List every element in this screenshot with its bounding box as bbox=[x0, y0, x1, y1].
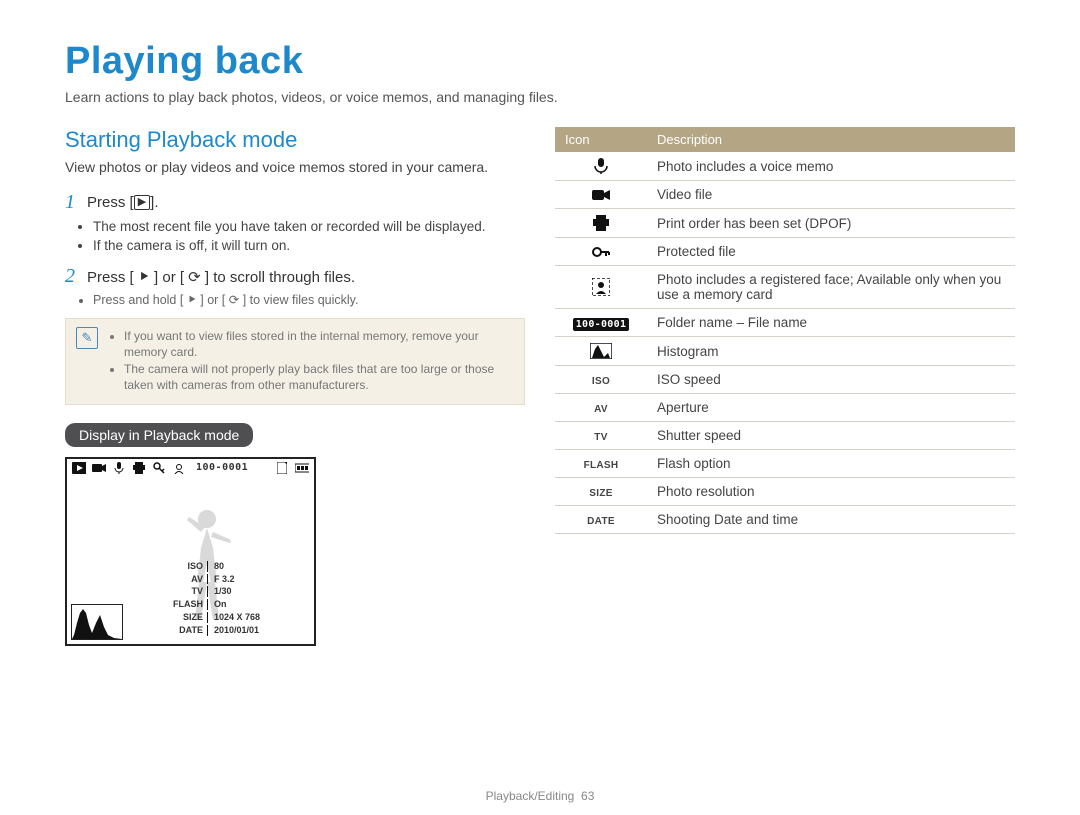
folder-file-label: 100-0001 bbox=[196, 462, 248, 473]
card-icon bbox=[275, 462, 289, 474]
table-head-desc: Description bbox=[647, 127, 1015, 152]
table-row: AV Aperture bbox=[555, 394, 1015, 422]
battery-icon bbox=[295, 463, 309, 473]
key-icon bbox=[555, 238, 647, 266]
table-desc: ISO speed bbox=[647, 366, 1015, 394]
section-desc: View photos or play videos and voice mem… bbox=[65, 158, 525, 177]
table-row: DATE Shooting Date and time bbox=[555, 506, 1015, 534]
table-row: Histogram bbox=[555, 337, 1015, 366]
histogram-icon bbox=[555, 337, 647, 366]
date-label: DATE bbox=[555, 506, 647, 534]
table-desc: Photo resolution bbox=[647, 478, 1015, 506]
icon-description-table: Icon Description Photo includes a voice … bbox=[555, 127, 1015, 534]
size-label: SIZE bbox=[555, 478, 647, 506]
video-icon bbox=[92, 462, 106, 474]
table-desc: Histogram bbox=[647, 337, 1015, 366]
flash-label: FLASH bbox=[555, 450, 647, 478]
screen-info-table: ISO80 AVF 3.2 TV1/30 FLASHOn SIZE1024 X … bbox=[167, 559, 266, 638]
step-number: 2 bbox=[65, 265, 87, 288]
list-item: Press and hold [ ⯈ ] or [ ⟳ ] to view fi… bbox=[93, 292, 525, 308]
section-heading: Starting Playback mode bbox=[65, 127, 525, 153]
table-desc: Photo includes a voice memo bbox=[647, 152, 1015, 181]
list-item: If the camera is off, it will turn on. bbox=[93, 237, 525, 255]
info-key: DATE bbox=[169, 625, 208, 636]
list-item: The most recent file you have taken or r… bbox=[93, 218, 525, 236]
footer: Playback/Editing 63 bbox=[0, 789, 1080, 803]
histogram-box bbox=[71, 604, 123, 640]
face-icon bbox=[172, 462, 186, 474]
face-icon bbox=[555, 266, 647, 309]
info-val: 1/30 bbox=[210, 586, 264, 597]
info-key: TV bbox=[169, 586, 208, 597]
step-2-bullets: Press and hold [ ⯈ ] or [ ⟳ ] to view fi… bbox=[65, 292, 525, 308]
table-desc: Shooting Date and time bbox=[647, 506, 1015, 534]
footer-section: Playback/Editing bbox=[486, 789, 575, 803]
display-mode-pill: Display in Playback mode bbox=[65, 423, 253, 447]
table-row: 100-0001 Folder name – File name bbox=[555, 309, 1015, 337]
table-row: Protected file bbox=[555, 238, 1015, 266]
table-desc: Folder name – File name bbox=[647, 309, 1015, 337]
info-val: On bbox=[210, 599, 264, 610]
table-desc: Protected file bbox=[647, 238, 1015, 266]
table-head-icon: Icon bbox=[555, 127, 647, 152]
table-row: Photo includes a registered face; Availa… bbox=[555, 266, 1015, 309]
table-row: SIZE Photo resolution bbox=[555, 478, 1015, 506]
info-val: 1024 X 768 bbox=[210, 612, 264, 623]
table-row: Photo includes a voice memo bbox=[555, 152, 1015, 181]
camera-screen: 100-0001 bbox=[65, 457, 316, 646]
playback-button-icon: ▶ bbox=[134, 195, 150, 210]
step-number: 1 bbox=[65, 191, 87, 214]
info-val: F 3.2 bbox=[210, 574, 264, 585]
playback-icon bbox=[72, 462, 86, 474]
table-row: Print order has been set (DPOF) bbox=[555, 209, 1015, 238]
printer-icon bbox=[555, 209, 647, 238]
iso-label: ISO bbox=[555, 366, 647, 394]
table-row: TV Shutter speed bbox=[555, 422, 1015, 450]
page-subtitle: Learn actions to play back photos, video… bbox=[65, 89, 1015, 105]
table-desc: Shutter speed bbox=[647, 422, 1015, 450]
step-1-text: Press [▶]. bbox=[87, 191, 159, 214]
page-title: Playing back bbox=[65, 40, 1015, 83]
note-item: If you want to view files stored in the … bbox=[124, 329, 512, 360]
table-desc: Video file bbox=[647, 181, 1015, 209]
table-row: ISO ISO speed bbox=[555, 366, 1015, 394]
table-desc: Flash option bbox=[647, 450, 1015, 478]
step-2: 2 Press [ ⯈ ] or [ ⟳ ] to scroll through… bbox=[65, 265, 525, 288]
mic-icon bbox=[112, 462, 126, 474]
info-val: 80 bbox=[210, 561, 264, 572]
video-icon bbox=[555, 181, 647, 209]
info-val: 2010/01/01 bbox=[210, 625, 264, 636]
footer-page: 63 bbox=[581, 789, 594, 803]
info-key: ISO bbox=[169, 561, 208, 572]
info-key: SIZE bbox=[169, 612, 208, 623]
table-row: Video file bbox=[555, 181, 1015, 209]
folder-file: 100-0001 bbox=[555, 309, 647, 337]
table-desc: Aperture bbox=[647, 394, 1015, 422]
note-icon: ✎ bbox=[76, 327, 98, 349]
printer-icon bbox=[132, 462, 146, 474]
step-1: 1 Press [▶]. bbox=[65, 191, 525, 214]
step-2-text: Press [ ⯈ ] or [ ⟳ ] to scroll through f… bbox=[87, 265, 355, 288]
av-label: AV bbox=[555, 394, 647, 422]
key-icon bbox=[152, 462, 166, 474]
table-desc: Photo includes a registered face; Availa… bbox=[647, 266, 1015, 309]
table-desc: Print order has been set (DPOF) bbox=[647, 209, 1015, 238]
note-box: ✎ If you want to view files stored in th… bbox=[65, 318, 525, 404]
info-key: FLASH bbox=[169, 599, 208, 610]
note-item: The camera will not properly play back f… bbox=[124, 362, 512, 393]
info-key: AV bbox=[169, 574, 208, 585]
step-1-bullets: The most recent file you have taken or r… bbox=[65, 218, 525, 255]
mic-icon bbox=[555, 152, 647, 181]
table-row: FLASH Flash option bbox=[555, 450, 1015, 478]
tv-label: TV bbox=[555, 422, 647, 450]
